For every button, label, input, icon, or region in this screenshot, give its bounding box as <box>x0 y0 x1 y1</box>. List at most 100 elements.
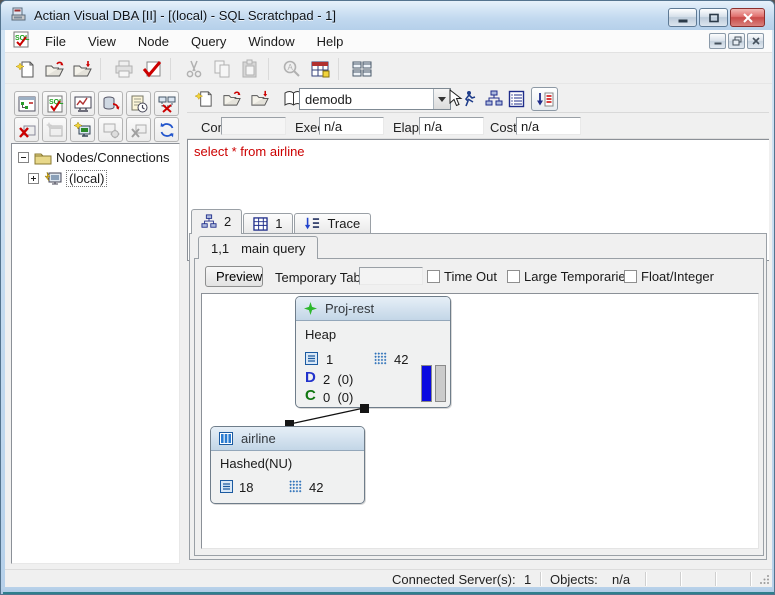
large-temporaries-checkbox[interactable] <box>507 270 520 283</box>
toolbar-separator <box>338 58 345 80</box>
close-button[interactable] <box>730 8 765 27</box>
client-area: SQL File View Node Query Window Help <box>5 30 772 587</box>
schedule-icon[interactable] <box>126 91 151 116</box>
application-window: Actian Visual DBA [II] - [(local) - SQL … <box>0 0 775 595</box>
float-integer-checkbox[interactable] <box>624 270 637 283</box>
resize-grip[interactable] <box>760 574 770 584</box>
open-icon[interactable] <box>219 87 245 111</box>
report-icon[interactable] <box>503 87 529 111</box>
disconnect-nodes-icon[interactable] <box>154 91 179 116</box>
qep-node-title: Proj-rest <box>325 301 374 316</box>
preview-button[interactable]: Preview <box>205 266 263 287</box>
qep-node-title: airline <box>241 431 276 446</box>
menu-view[interactable]: View <box>77 31 127 52</box>
minimize-button[interactable] <box>668 8 697 27</box>
menu-bar: SQL File View Node Query Window Help <box>5 30 772 53</box>
mdi-close-button[interactable] <box>747 33 764 49</box>
sql-scratchpad-icon[interactable]: SQL <box>42 91 67 116</box>
cost-bar-empty <box>435 365 446 402</box>
disk-label: D <box>305 369 316 386</box>
large-temporaries-option: Large Temporaries <box>507 269 632 284</box>
statusbar-separator <box>540 572 541 586</box>
connected-servers-label: Connected Server(s): <box>392 572 516 587</box>
sql-scratchpad-panel: demodb Com: Exec: <box>187 85 769 567</box>
float-integer-option: Float/Integer <box>624 269 714 284</box>
tab-label: 2 <box>224 214 231 229</box>
menu-node[interactable]: Node <box>127 31 180 52</box>
expand-expander-icon[interactable] <box>28 173 39 184</box>
qep-canvas[interactable]: Proj-rest Heap 1 42 D 2 (0) C 0 (0) <box>201 293 759 549</box>
timeout-option: Time Out <box>427 269 497 284</box>
subtab-name: main query <box>241 241 305 256</box>
folder-icon <box>34 151 52 165</box>
cpu-value: 0 (0) <box>323 390 353 405</box>
window-frame-accent-line <box>3 592 774 594</box>
pages-value: 1 <box>326 352 333 367</box>
statusbar-separator <box>750 572 751 586</box>
dom-window-icon[interactable] <box>14 91 39 116</box>
table-columns-icon <box>219 432 233 445</box>
trace-toggle-button[interactable] <box>531 87 558 111</box>
mdi-minimize-button[interactable] <box>709 33 726 49</box>
database-combo-value[interactable]: demodb <box>300 92 433 107</box>
performance-monitor-icon[interactable] <box>70 91 95 116</box>
tuples-value: 42 <box>309 480 323 495</box>
print-icon <box>111 57 137 81</box>
menu-help[interactable]: Help <box>306 31 355 52</box>
grid-icon <box>253 217 268 231</box>
subtab-main-query[interactable]: 1,1 main query <box>198 236 318 259</box>
toolbar-separator <box>170 58 177 80</box>
tab-qep-2[interactable]: 2 <box>191 209 242 234</box>
save-icon[interactable] <box>247 87 273 111</box>
node-settings-icon <box>98 117 123 142</box>
trace-icon <box>304 216 320 231</box>
accept-check-icon[interactable] <box>139 57 165 81</box>
toolbar-separator <box>268 58 275 80</box>
tuples-icon <box>289 480 302 493</box>
timeout-checkbox[interactable] <box>427 270 440 283</box>
local-node-icon <box>44 171 62 186</box>
new-document-icon[interactable] <box>13 57 39 81</box>
collapse-expander-icon[interactable] <box>18 152 29 163</box>
tab-trace[interactable]: Trace <box>294 213 371 234</box>
close-window-icon[interactable] <box>14 117 39 142</box>
qep-node-proj-rest[interactable]: Proj-rest Heap 1 42 D 2 (0) C 0 (0) <box>295 296 451 408</box>
objects-value: n/a <box>612 572 630 587</box>
replication-icon[interactable] <box>98 91 123 116</box>
mdi-restore-button[interactable] <box>728 33 745 49</box>
tab-label: Trace <box>327 216 360 231</box>
execute-query-icon[interactable] <box>446 87 480 111</box>
menu-file[interactable]: File <box>34 31 77 52</box>
connect-node-icon[interactable] <box>70 117 95 142</box>
tab-result-1[interactable]: 1 <box>243 213 293 234</box>
tree-item-local[interactable]: (local) <box>28 170 107 187</box>
table-icon[interactable] <box>307 57 333 81</box>
elap-field: n/a <box>419 117 484 135</box>
tree-label-local[interactable]: (local) <box>66 170 107 187</box>
statusbar-separator <box>645 572 646 586</box>
status-bar: Connected Server(s): 1 Objects: n/a <box>5 569 772 587</box>
remove-node-icon <box>126 117 151 142</box>
cut-icon <box>181 57 207 81</box>
temporary-table-field <box>359 267 423 285</box>
menu-query[interactable]: Query <box>180 31 237 52</box>
subtab-coords: 1,1 <box>211 241 229 256</box>
qep-node-header: Proj-rest <box>296 297 450 321</box>
maximize-button[interactable] <box>699 8 728 27</box>
tree-label-root[interactable]: Nodes/Connections <box>56 150 169 165</box>
menu-window[interactable]: Window <box>237 31 305 52</box>
tile-windows-icon[interactable] <box>349 57 375 81</box>
com-field <box>221 117 286 135</box>
save-icon[interactable] <box>69 57 95 81</box>
database-combo[interactable]: demodb <box>299 88 451 110</box>
qep-node-airline[interactable]: airline Hashed(NU) 18 42 <box>210 426 365 504</box>
sql-statement-text[interactable]: select * from airline <box>194 144 763 159</box>
qep-icon <box>201 214 217 229</box>
new-document-icon[interactable] <box>191 87 217 111</box>
pages-value: 18 <box>239 480 253 495</box>
pages-icon <box>220 480 233 493</box>
tree-item-nodes-connections[interactable]: Nodes/Connections <box>18 150 169 165</box>
refresh-icon[interactable] <box>154 117 179 142</box>
open-icon[interactable] <box>41 57 67 81</box>
chevron-down-icon <box>438 97 446 102</box>
